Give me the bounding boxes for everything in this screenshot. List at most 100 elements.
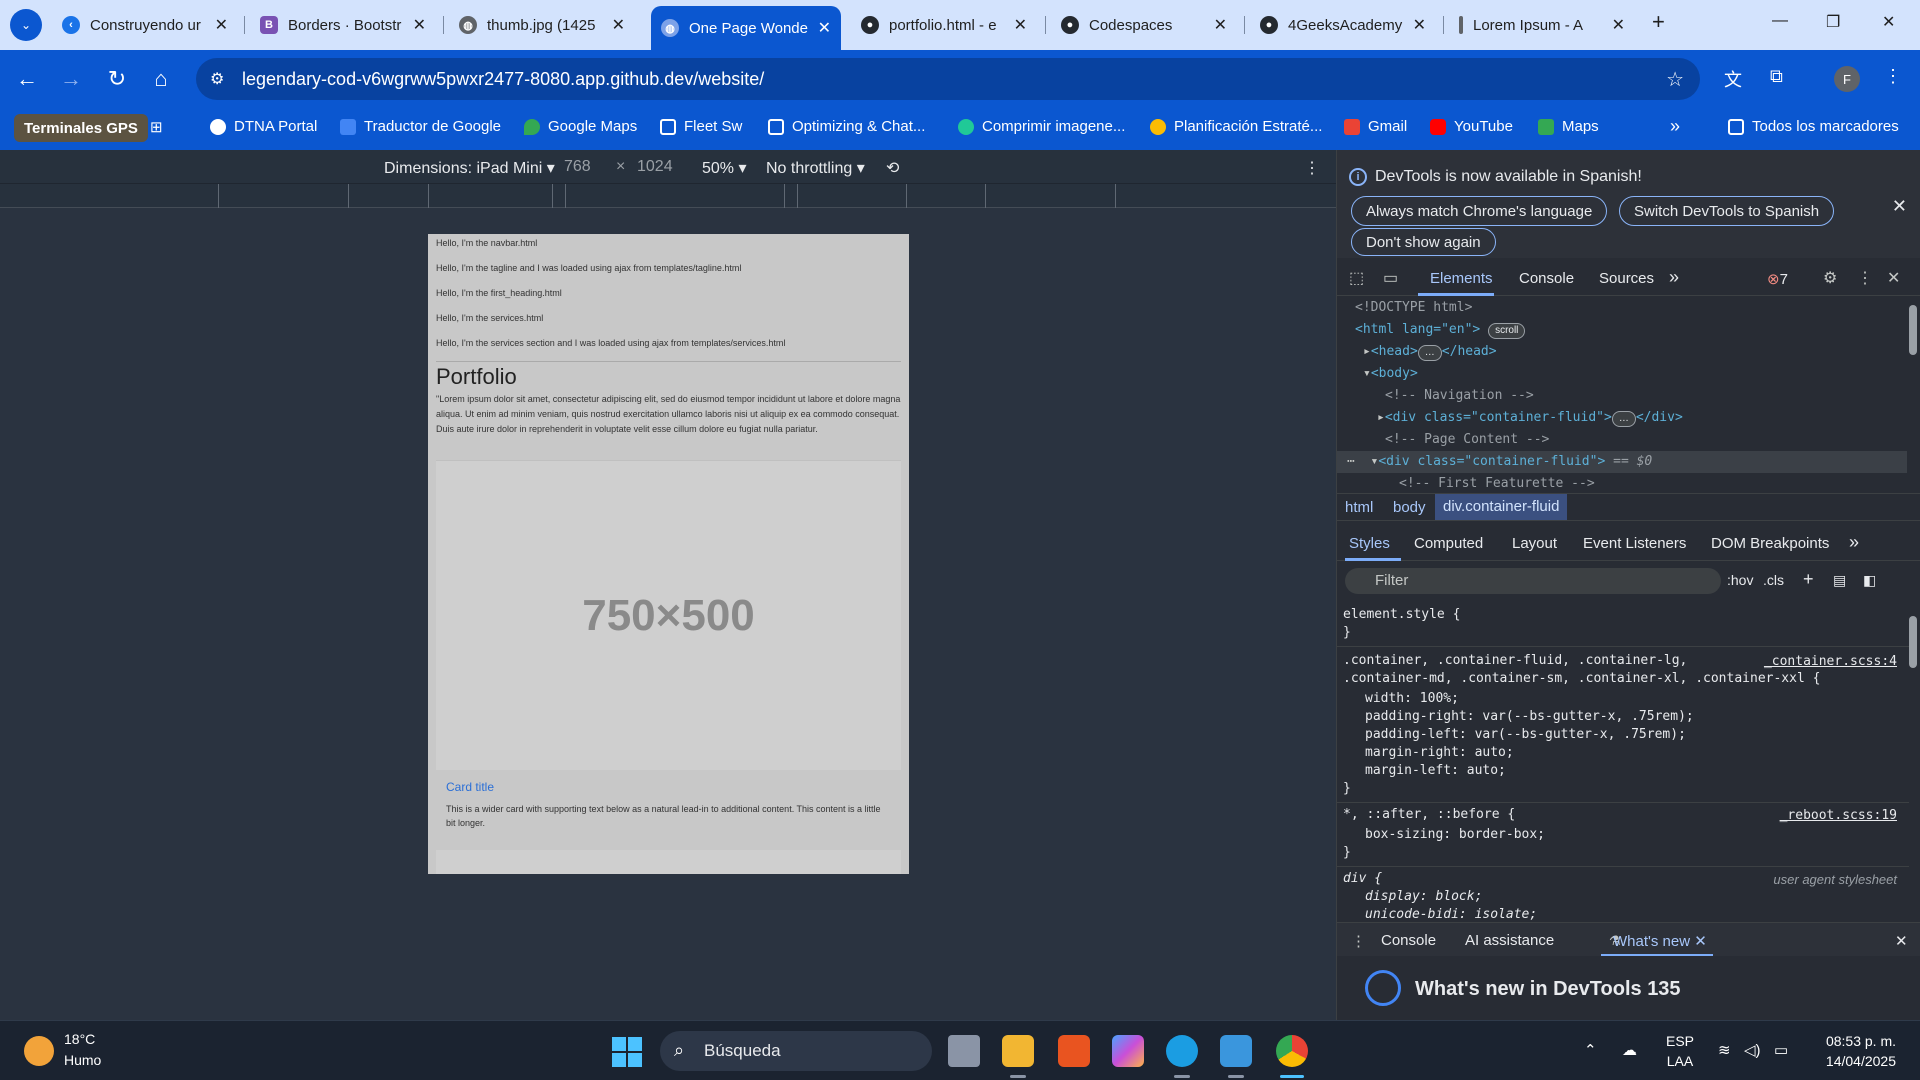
bookmark-comprimir[interactable]: Comprimir imagene... <box>958 118 1125 135</box>
bookmark-maps[interactable]: Maps <box>1538 118 1599 135</box>
prop-box-sizing[interactable]: box-sizing: border-box; <box>1343 826 1903 844</box>
taskbar-search[interactable]: ⌕ Búsqueda <box>660 1031 932 1071</box>
prop-display[interactable]: display: block; <box>1343 888 1903 906</box>
sidebar-toggle-icon[interactable]: ◧ <box>1863 572 1876 589</box>
profile-avatar[interactable]: F <box>1834 66 1860 92</box>
inspect-icon[interactable]: ⬚ <box>1349 268 1364 288</box>
prop-width[interactable]: width: 100%; <box>1343 690 1903 708</box>
extensions-icon[interactable]: ⧉ <box>1770 66 1783 87</box>
error-badge[interactable]: ⊗7 <box>1767 270 1788 288</box>
crumb-body[interactable]: body <box>1393 499 1426 516</box>
container-selector-2[interactable]: .container-md, .container-sm, .container… <box>1343 670 1903 688</box>
bookmark-gmail[interactable]: Gmail <box>1344 118 1407 135</box>
tab-close-icon[interactable]: ✕ <box>1014 15 1027 35</box>
prop-unicode-bidi[interactable]: unicode-bidi: isolate; <box>1343 906 1903 922</box>
weather-temp[interactable]: 18°C <box>64 1031 95 1047</box>
tab-close-icon[interactable]: ✕ <box>1612 15 1625 35</box>
ellipsis-icon[interactable]: … <box>1417 345 1442 361</box>
minimize-button[interactable]: — <box>1772 12 1788 30</box>
match-language-button[interactable]: Always match Chrome's language <box>1351 196 1608 226</box>
apps-grid-icon[interactable]: ⊞ <box>150 118 163 136</box>
bookmark-planificacion[interactable]: Planificación Estraté... <box>1150 118 1322 135</box>
bookmark-terminales-gps[interactable]: Terminales GPS <box>14 114 148 142</box>
device-width-input[interactable]: 768 <box>564 158 591 176</box>
dom-doctype[interactable]: <!DOCTYPE html> <box>1337 297 1907 319</box>
tab-search-button[interactable]: ⌄ <box>10 9 42 41</box>
crumb-div-container-fluid[interactable]: div.container-fluid <box>1435 494 1568 520</box>
devtools-menu-icon[interactable]: ⋮ <box>1857 268 1873 288</box>
tab-close-icon[interactable]: ✕ <box>413 15 426 35</box>
tab-close-icon[interactable]: ✕ <box>1214 15 1227 35</box>
home-button[interactable]: ⌂ <box>146 64 176 94</box>
tab-elements[interactable]: Elements <box>1430 270 1493 287</box>
prop-margin-right[interactable]: margin-right: auto; <box>1343 744 1903 762</box>
tab-close-icon[interactable]: ✕ <box>818 18 831 38</box>
more-dots-icon[interactable]: ⋯ <box>1347 454 1355 469</box>
reboot-source-link[interactable]: _reboot.scss:19 <box>1780 808 1897 823</box>
paint-icon[interactable]: ▤ <box>1833 572 1846 589</box>
tab-one-page-wonder[interactable]: ◍ One Page Wonde ✕ <box>651 6 841 50</box>
container-source-link[interactable]: _container.scss:4 <box>1764 654 1897 669</box>
drawer-menu-icon[interactable]: ⋮ <box>1351 932 1366 950</box>
dom-html[interactable]: <html lang="en"> scroll <box>1337 319 1907 341</box>
settings-gear-icon[interactable]: ⚙ <box>1823 268 1837 288</box>
weather-desc[interactable]: Humo <box>64 1052 101 1068</box>
throttling-select[interactable]: No throttling ▾ <box>766 158 865 178</box>
drawer-close-icon[interactable]: ✕ <box>1895 932 1908 950</box>
clock[interactable]: 08:53 p. m. 14/04/2025 <box>1806 1031 1896 1071</box>
drawer-tab-whats-new[interactable]: What's new ✕ <box>1613 932 1707 950</box>
card-title[interactable]: Card title <box>446 780 494 794</box>
infobar-close-icon[interactable]: ✕ <box>1892 196 1907 217</box>
tab-construyendo[interactable]: ‹ Construyendo ur ✕ <box>52 6 238 44</box>
all-bookmarks[interactable]: Todos los marcadores <box>1728 118 1899 135</box>
prop-padding-left[interactable]: padding-left: var(--bs-gutter-x, .75rem)… <box>1343 726 1903 744</box>
bookmark-optimizing-chat[interactable]: Optimizing & Chat... <box>768 118 925 135</box>
more-bookmarks-icon[interactable]: » <box>1670 116 1680 137</box>
dom-div-nav[interactable]: ▸<div class="container-fluid">… </div> <box>1337 407 1907 429</box>
new-tab-button[interactable]: + <box>1652 9 1665 35</box>
tab-close-icon[interactable]: ✕ <box>1413 15 1426 35</box>
element-style-rule[interactable]: element.style { <box>1343 606 1903 624</box>
new-rule-icon[interactable]: + <box>1803 569 1814 590</box>
tab-lorem-ipsum[interactable]: Lorem Ipsum - A ✕ <box>1449 6 1635 44</box>
tab-sources[interactable]: Sources <box>1599 270 1654 287</box>
subtab-styles[interactable]: Styles <box>1349 535 1390 552</box>
address-bar[interactable]: ⚙ legendary-cod-v6wgrww5pwxr2477-8080.ap… <box>196 58 1700 100</box>
more-tabs-icon[interactable]: » <box>1669 267 1679 288</box>
dom-scrollbar[interactable] <box>1909 305 1917 355</box>
reload-button[interactable]: ↻ <box>102 64 132 94</box>
bookmark-youtube[interactable]: YouTube <box>1430 118 1513 135</box>
switch-spanish-button[interactable]: Switch DevTools to Spanish <box>1619 196 1835 226</box>
file-explorer-icon[interactable] <box>1002 1035 1034 1067</box>
start-button[interactable] <box>612 1037 642 1067</box>
dont-show-again-button[interactable]: Don't show again <box>1351 228 1496 256</box>
url-text[interactable]: legendary-cod-v6wgrww5pwxr2477-8080.app.… <box>242 69 764 90</box>
rotate-icon[interactable]: ⟲ <box>886 158 899 178</box>
tab-portfolio-html[interactable]: ● portfolio.html - e ✕ <box>851 6 1037 44</box>
zoom-select[interactable]: 50% ▾ <box>702 158 747 178</box>
device-height-input[interactable]: 1024 <box>637 158 673 176</box>
back-button[interactable]: ← <box>12 64 42 94</box>
weather-icon[interactable] <box>24 1036 54 1066</box>
device-toggle-icon[interactable]: ▭ <box>1383 268 1398 288</box>
onedrive-icon[interactable]: ☁ <box>1622 1041 1637 1059</box>
battery-icon[interactable]: ▭ <box>1774 1041 1788 1059</box>
browser-menu-icon[interactable]: ⋮ <box>1884 66 1902 87</box>
subtab-event-listeners[interactable]: Event Listeners <box>1583 535 1686 552</box>
copilot-icon[interactable] <box>1112 1035 1144 1067</box>
dom-comment-nav[interactable]: <!-- Navigation --> <box>1337 385 1907 407</box>
tab-codespaces[interactable]: ● Codespaces ✕ <box>1051 6 1237 44</box>
prop-padding-right[interactable]: padding-right: var(--bs-gutter-x, .75rem… <box>1343 708 1903 726</box>
site-info-icon[interactable]: ⚙ <box>210 69 224 89</box>
bookmark-star-icon[interactable]: ☆ <box>1666 67 1684 92</box>
translate-icon[interactable]: 文 <box>1724 66 1742 92</box>
input-language[interactable]: ESP LAA <box>1666 1031 1694 1071</box>
drawer-tab-ai-assistance[interactable]: AI assistance <box>1465 932 1554 949</box>
drawer-tab-console[interactable]: Console <box>1381 932 1436 949</box>
expand-arrow-icon[interactable]: ▸ <box>1377 410 1385 425</box>
chrome-icon[interactable] <box>1276 1035 1308 1067</box>
dom-comment-page[interactable]: <!-- Page Content --> <box>1337 429 1907 451</box>
dom-body[interactable]: ▾<body> <box>1337 363 1907 385</box>
crumb-html[interactable]: html <box>1345 499 1373 516</box>
bookmark-dtna[interactable]: DTNA Portal <box>210 118 317 135</box>
